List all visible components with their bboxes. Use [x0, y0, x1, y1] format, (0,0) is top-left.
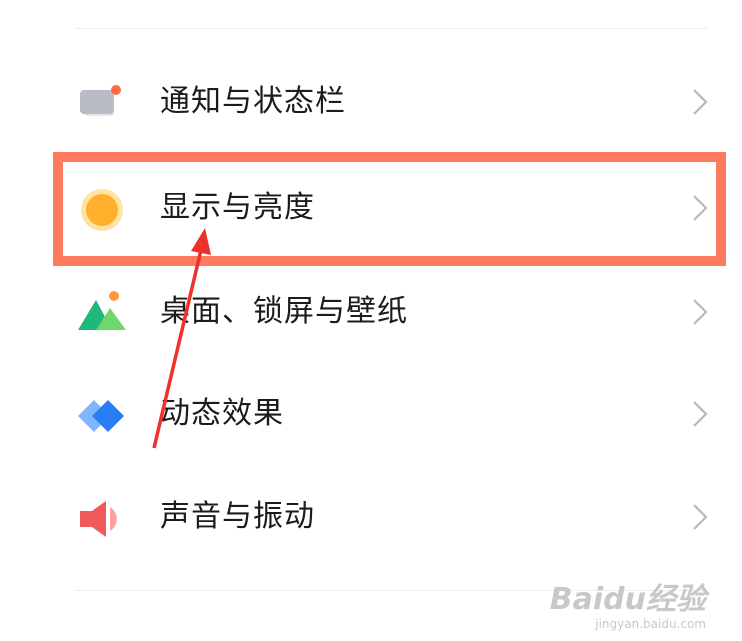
settings-item-label: 通知与状态栏 — [160, 84, 346, 119]
chevron-right-icon — [692, 88, 708, 116]
baidu-jingyan-watermark: Baidu经验 jingyan.baidu.com — [549, 582, 706, 632]
chevron-right-icon — [692, 298, 708, 326]
watermark-url: jingyan.baidu.com — [595, 617, 706, 631]
settings-item-label: 桌面、锁屏与壁纸 — [160, 294, 408, 329]
chevron-right-icon — [692, 400, 708, 428]
settings-item-notifications[interactable]: 通知与状态栏 — [0, 52, 742, 152]
notification-icon — [78, 80, 126, 128]
highlight-box — [53, 152, 726, 266]
animation-icon — [78, 392, 126, 440]
settings-item-sound-vibration[interactable]: 声音与振动 — [0, 467, 742, 567]
settings-item-label: 动态效果 — [160, 396, 284, 431]
settings-item-wallpaper[interactable]: 桌面、锁屏与壁纸 — [0, 262, 742, 362]
chevron-right-icon — [692, 503, 708, 531]
wallpaper-icon — [78, 290, 126, 338]
top-divider — [75, 28, 707, 29]
watermark-logo: Baidu经验 — [549, 582, 706, 617]
settings-item-label: 声音与振动 — [160, 499, 315, 534]
sound-icon — [78, 495, 126, 543]
settings-item-animations[interactable]: 动态效果 — [0, 364, 742, 464]
